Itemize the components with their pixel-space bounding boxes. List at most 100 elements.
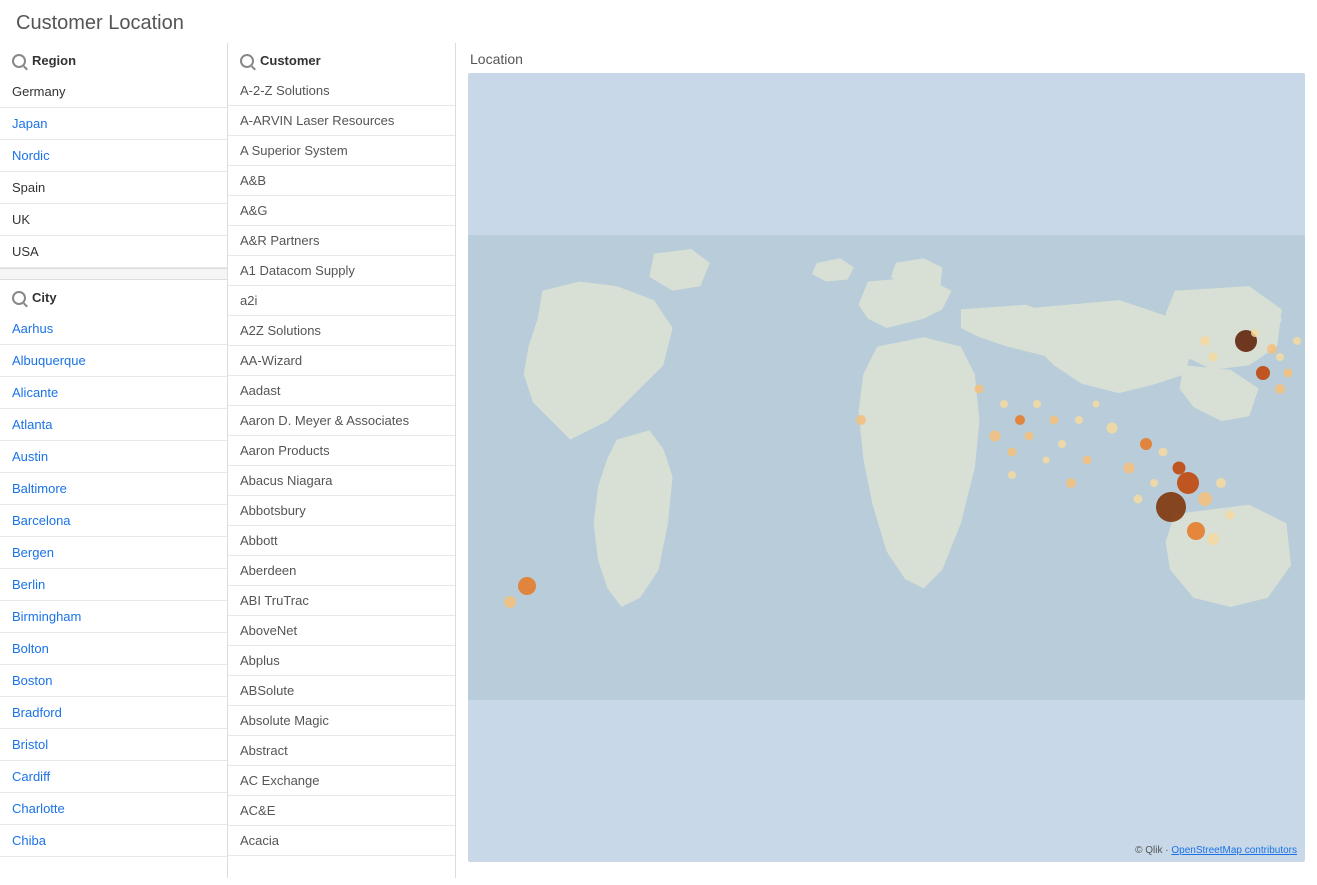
map-bubble[interactable] xyxy=(518,577,536,595)
location-title: Location xyxy=(468,51,1305,67)
customer-search-icon[interactable] xyxy=(240,54,254,68)
city-list-item[interactable]: Albuquerque xyxy=(0,345,227,377)
customer-list-item[interactable]: A-ARVIN Laser Resources xyxy=(228,106,455,136)
map-bubble[interactable] xyxy=(1092,401,1099,408)
city-list-item[interactable]: Barcelona xyxy=(0,505,227,537)
region-list-item[interactable]: Japan xyxy=(0,108,227,140)
city-list-item[interactable]: Baltimore xyxy=(0,473,227,505)
customer-list-item[interactable]: Aaron D. Meyer & Associates xyxy=(228,406,455,436)
map-bubble[interactable] xyxy=(1256,366,1270,380)
region-list-item[interactable]: UK xyxy=(0,204,227,236)
map-bubble[interactable] xyxy=(1216,478,1226,488)
map-bubble[interactable] xyxy=(1075,416,1083,424)
customer-list-item[interactable]: Abbott xyxy=(228,526,455,556)
customer-list-item[interactable]: AboveNet xyxy=(228,616,455,646)
region-list-item[interactable]: Nordic xyxy=(0,140,227,172)
map-bubble[interactable] xyxy=(1008,471,1016,479)
openstreetmap-link[interactable]: OpenStreetMap contributors xyxy=(1171,845,1297,856)
city-search-icon[interactable] xyxy=(12,291,26,305)
region-search-icon[interactable] xyxy=(12,54,26,68)
customer-list-item[interactable]: Abbotsbury xyxy=(228,496,455,526)
city-label: City xyxy=(32,290,57,305)
city-list-item[interactable]: Chiba xyxy=(0,825,227,857)
map-bubble[interactable] xyxy=(1124,462,1135,473)
map-bubble[interactable] xyxy=(1107,423,1118,434)
map-bubble[interactable] xyxy=(1198,492,1212,506)
city-list-item[interactable]: Boston xyxy=(0,665,227,697)
map-bubble[interactable] xyxy=(1275,384,1285,394)
map-bubble[interactable] xyxy=(1033,400,1041,408)
map-bubble[interactable] xyxy=(1276,353,1284,361)
map-bubble[interactable] xyxy=(1156,492,1186,522)
customer-list-item[interactable]: A Superior System xyxy=(228,136,455,166)
city-list-item[interactable]: Atlanta xyxy=(0,409,227,441)
map-bubble[interactable] xyxy=(1293,337,1301,345)
city-list-item[interactable]: Bolton xyxy=(0,633,227,665)
map-bubble[interactable] xyxy=(1187,522,1205,540)
customer-list-item[interactable]: A&G xyxy=(228,196,455,226)
region-list-item[interactable]: Spain xyxy=(0,172,227,204)
customer-list-item[interactable]: Aadast xyxy=(228,376,455,406)
map-bubble[interactable] xyxy=(1200,336,1210,346)
customer-list-item[interactable]: Abplus xyxy=(228,646,455,676)
city-list-item[interactable]: Aarhus xyxy=(0,313,227,345)
city-list-item[interactable]: Birmingham xyxy=(0,601,227,633)
region-list-item[interactable]: USA xyxy=(0,236,227,268)
map-bubble[interactable] xyxy=(1158,447,1167,456)
city-list-item[interactable]: Bristol xyxy=(0,729,227,761)
map-bubble[interactable] xyxy=(1140,438,1152,450)
customer-list-item[interactable]: Abstract xyxy=(228,736,455,766)
map-bubble[interactable] xyxy=(1251,329,1259,337)
map-bubble[interactable] xyxy=(1207,533,1219,545)
city-list-item[interactable]: Bradford xyxy=(0,697,227,729)
map-bubble[interactable] xyxy=(1024,431,1033,440)
map-bubble[interactable] xyxy=(1177,472,1199,494)
map-bubble[interactable] xyxy=(1284,368,1293,377)
customer-list-item[interactable]: AA-Wizard xyxy=(228,346,455,376)
map-bubble[interactable] xyxy=(1133,495,1142,504)
customer-list-item[interactable]: A&R Partners xyxy=(228,226,455,256)
map-bubble[interactable] xyxy=(504,596,516,608)
customer-list-item[interactable]: A&B xyxy=(228,166,455,196)
city-list-item[interactable]: Charlotte xyxy=(0,793,227,825)
map-bubble[interactable] xyxy=(1208,353,1217,362)
map-bubble[interactable] xyxy=(974,384,983,393)
customer-list-item[interactable]: A1 Datacom Supply xyxy=(228,256,455,286)
map-bubble[interactable] xyxy=(1173,461,1186,474)
city-list-item[interactable]: Bergen xyxy=(0,537,227,569)
customer-list-item[interactable]: Aberdeen xyxy=(228,556,455,586)
customer-list-item[interactable]: Aaron Products xyxy=(228,436,455,466)
map-bubble[interactable] xyxy=(1049,416,1058,425)
map-bubble[interactable] xyxy=(990,430,1001,441)
city-list-item[interactable]: Austin xyxy=(0,441,227,473)
customer-section-header: Customer xyxy=(228,43,455,76)
map-bubble[interactable] xyxy=(1042,456,1049,463)
city-list-item[interactable]: Berlin xyxy=(0,569,227,601)
customer-list-item[interactable]: AC&E xyxy=(228,796,455,826)
map-container[interactable]: © Qlik · OpenStreetMap contributors xyxy=(468,73,1305,862)
customer-list-item[interactable]: a2i xyxy=(228,286,455,316)
map-bubble[interactable] xyxy=(856,415,866,425)
customer-list-item[interactable]: Absolute Magic xyxy=(228,706,455,736)
customer-list-item[interactable]: Abacus Niagara xyxy=(228,466,455,496)
customer-list-item[interactable]: A2Z Solutions xyxy=(228,316,455,346)
region-list-item[interactable]: Germany xyxy=(0,76,227,108)
map-bubble[interactable] xyxy=(1058,440,1066,448)
customer-list-item[interactable]: ABSolute xyxy=(228,676,455,706)
map-bubble[interactable] xyxy=(1150,479,1158,487)
map-bubble[interactable] xyxy=(1008,447,1017,456)
map-bubble[interactable] xyxy=(1225,510,1234,519)
map-bubble[interactable] xyxy=(1267,344,1277,354)
city-list-item[interactable]: Cardiff xyxy=(0,761,227,793)
customer-list-item[interactable]: AC Exchange xyxy=(228,766,455,796)
map-bubble[interactable] xyxy=(1083,455,1092,464)
customer-list-item[interactable]: Acacia xyxy=(228,826,455,856)
city-list-item[interactable]: Alicante xyxy=(0,377,227,409)
customer-list-item[interactable]: A-2-Z Solutions xyxy=(228,76,455,106)
map-bubble[interactable] xyxy=(1015,415,1025,425)
map-bubble[interactable] xyxy=(1000,400,1008,408)
map-bubble[interactable] xyxy=(1066,478,1076,488)
customer-list-item[interactable]: ABI TruTrac xyxy=(228,586,455,616)
page-title: Customer Location xyxy=(0,0,1317,43)
left-panel: Region GermanyJapanNordicSpainUKUSA City… xyxy=(0,43,228,878)
